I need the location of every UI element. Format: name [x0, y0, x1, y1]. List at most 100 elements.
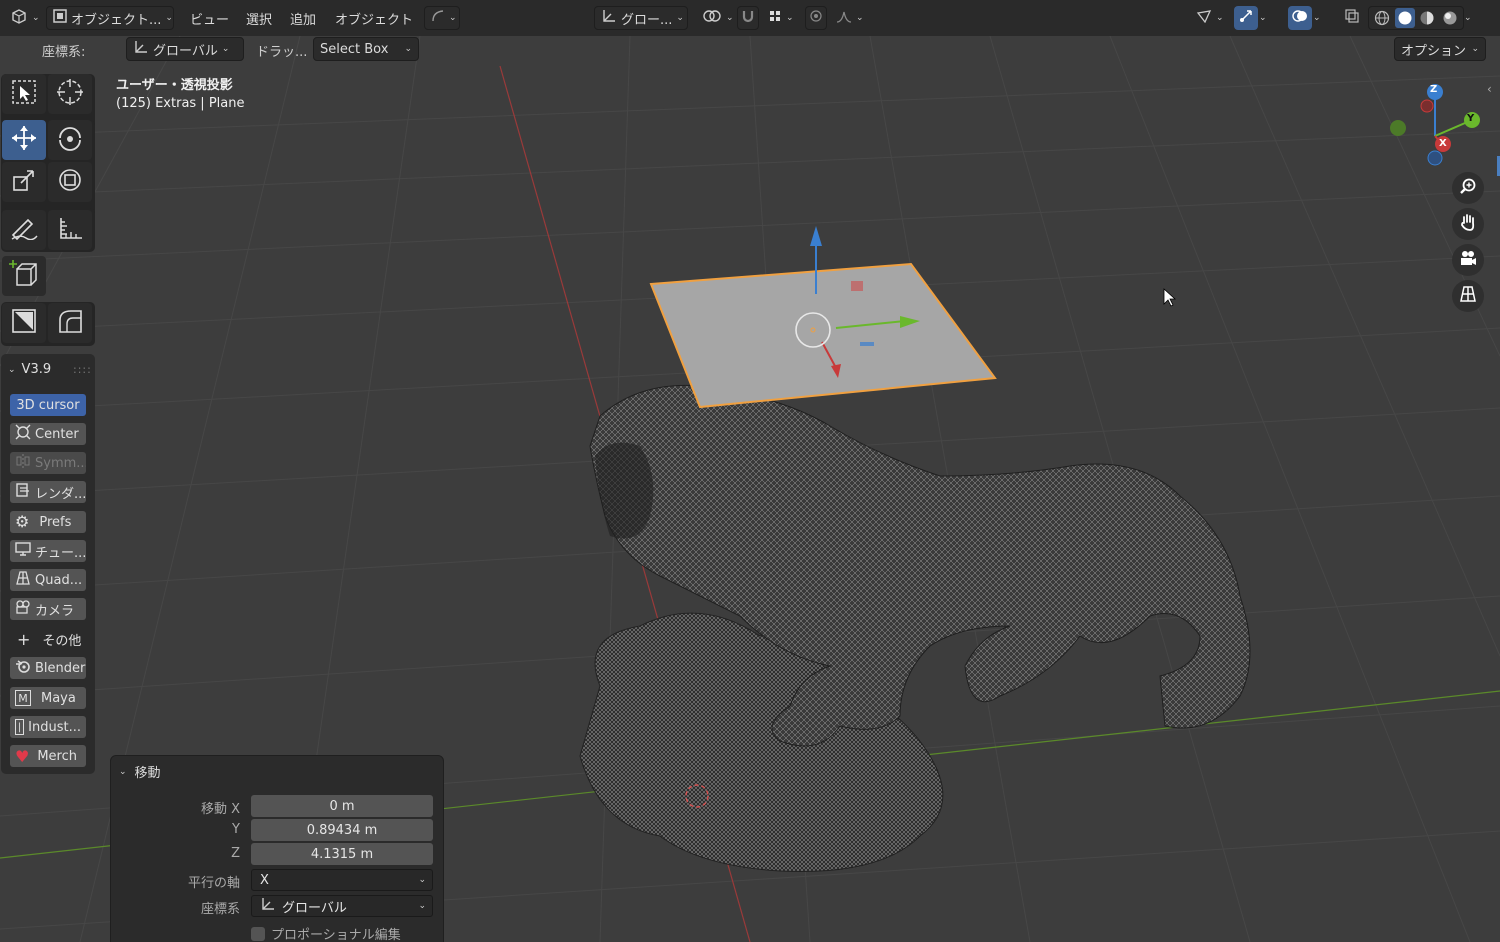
shading-group: [1368, 6, 1464, 30]
operator-panel-header[interactable]: ⌄ 移動: [119, 762, 161, 781]
chevron-down-icon: ⌄: [786, 13, 794, 23]
3d-viewport[interactable]: ユーザー・透視投影 (125) Extras | Plane 座標系: グローバ…: [0, 36, 1500, 942]
move-x-field[interactable]: 0 m: [251, 795, 433, 817]
scale-tool[interactable]: [2, 162, 46, 202]
render-icon: [15, 482, 31, 502]
industry-button[interactable]: | Indust...: [10, 716, 86, 738]
zoom-button[interactable]: [1452, 172, 1484, 204]
gizmo-icon: [1238, 8, 1254, 28]
snap-target-button[interactable]: ⌄: [762, 6, 800, 30]
annotate-tool[interactable]: [2, 210, 46, 250]
chevron-down-icon: ⌄: [119, 766, 127, 777]
addon-panel-header[interactable]: ⌄ V3.9: [8, 362, 51, 377]
coord-system-select[interactable]: グローバル ⌄: [126, 37, 244, 61]
rotate-icon: [56, 124, 84, 156]
move-z-field[interactable]: 4.1315 m: [251, 843, 433, 865]
chevron-down-icon: ⌄: [418, 875, 426, 885]
camera-icon: [15, 599, 31, 619]
render-button[interactable]: レンダ...: [10, 481, 86, 503]
transform-orientation-select[interactable]: グロー... ⌄: [594, 6, 688, 30]
overlay-dropdown[interactable]: ⌄: [1313, 6, 1333, 30]
overlay-toggle[interactable]: [1288, 6, 1312, 30]
constraint-axis-select[interactable]: X ⌄: [251, 869, 433, 891]
proportional-toggle[interactable]: [805, 6, 827, 30]
axes-icon: [260, 896, 276, 916]
move-tool[interactable]: [2, 120, 46, 160]
material-shading-icon[interactable]: [1417, 8, 1438, 28]
merch-button[interactable]: ♥ Merch: [10, 745, 86, 767]
options-button[interactable]: オプション ⌄: [1394, 37, 1486, 61]
transform-tool[interactable]: [48, 162, 92, 202]
center-button[interactable]: Center: [10, 423, 86, 445]
symmetry-button[interactable]: Symm...: [10, 452, 86, 474]
addon-tool-a[interactable]: [2, 303, 46, 343]
prefs-button[interactable]: ⚙ Prefs: [10, 511, 86, 533]
addon-panel-title: V3.9: [21, 362, 52, 377]
rotate-tool[interactable]: [48, 120, 92, 160]
quad-button[interactable]: Quad...: [10, 569, 86, 591]
axes-icon: [601, 8, 617, 28]
ortho-toggle-button[interactable]: [1452, 280, 1484, 312]
operator-title: 移動: [134, 766, 161, 781]
monitor-icon: [15, 541, 31, 561]
menu-select[interactable]: 選択: [246, 9, 272, 28]
editor-type-button[interactable]: ⌄: [4, 6, 46, 30]
gizmo-toggle[interactable]: [1234, 6, 1258, 30]
pivot-point-button[interactable]: ⌄: [696, 6, 740, 30]
crosshair-icon: [56, 78, 84, 110]
chevron-down-icon: ⌄: [418, 901, 426, 911]
select-box-tool[interactable]: [2, 74, 46, 114]
shading-dropdown[interactable]: ⌄: [1464, 6, 1484, 30]
drag-label: ドラッ...: [256, 45, 308, 60]
rendered-shading-icon[interactable]: [1440, 8, 1461, 28]
operator-panel: ⌄ 移動 移動 X 0 m Y 0.89434 m Z 4.1315 m 平行の…: [110, 755, 444, 942]
3d-cursor-button[interactable]: 3D cursor: [10, 394, 86, 416]
collection-label: (125) Extras | Plane: [116, 96, 245, 111]
center-label: Center: [35, 426, 79, 442]
falloff-icon: [836, 9, 852, 27]
snap-toggle[interactable]: [737, 6, 759, 30]
orientation-select[interactable]: グローバル ⌄: [251, 895, 433, 917]
zoom-icon: [1459, 177, 1477, 199]
move-y-field[interactable]: 0.89434 m: [251, 819, 433, 841]
maya-button[interactable]: M Maya: [10, 687, 86, 709]
other-button[interactable]: + その他: [10, 628, 86, 650]
tutorial-button[interactable]: チュー...: [10, 540, 86, 562]
falloff-button[interactable]: ⌄: [830, 6, 870, 30]
xray-toggle[interactable]: [1340, 6, 1364, 30]
wireframe-shading-icon[interactable]: [1372, 8, 1393, 28]
proportional-checkbox[interactable]: [251, 926, 265, 941]
snap-curve-button[interactable]: ⌄: [424, 6, 460, 30]
video-camera-icon: [1459, 249, 1477, 271]
measure-tool[interactable]: [48, 210, 92, 250]
symmetry-icon: [15, 453, 31, 473]
add-cube-tool[interactable]: [2, 256, 46, 296]
sidebar-toggle-icon[interactable]: ‹: [1487, 82, 1492, 96]
gizmo-z-label: Z: [1430, 84, 1438, 95]
blender-button[interactable]: Blender: [10, 657, 86, 679]
solid-shading-icon[interactable]: [1394, 8, 1415, 28]
gizmo-dropdown[interactable]: ⌄: [1259, 6, 1279, 30]
drag-select[interactable]: Select Box ⌄: [313, 37, 419, 61]
heart-icon: ♥: [15, 746, 30, 766]
mode-select[interactable]: オブジェクト... ⌄: [46, 6, 174, 30]
scale-icon: [11, 167, 37, 197]
symmetry-label: Symm...: [35, 455, 86, 471]
drag-handle-icon[interactable]: ::::: [73, 363, 92, 376]
add-cube-icon: [9, 259, 39, 293]
camera-view-button[interactable]: [1452, 244, 1484, 276]
addon-tool-b[interactable]: [48, 303, 92, 343]
menu-object[interactable]: オブジェクト: [335, 9, 413, 28]
chevron-down-icon: ⌄: [1464, 13, 1472, 23]
selectability-button[interactable]: ⌄: [1190, 6, 1230, 30]
pan-button[interactable]: [1452, 208, 1484, 240]
menu-view[interactable]: ビュー: [190, 9, 229, 28]
menu-add[interactable]: 追加: [290, 9, 316, 28]
chevron-down-icon: ⌄: [676, 13, 684, 23]
cursor-tool[interactable]: [48, 74, 92, 114]
proportional-label: プロポーショナル編集: [271, 928, 401, 942]
pivot-icon: [702, 8, 722, 28]
proportional-edit-row[interactable]: プロポーショナル編集: [251, 924, 401, 942]
camera-button[interactable]: カメラ: [10, 598, 86, 620]
object-mode-icon: [53, 9, 67, 27]
